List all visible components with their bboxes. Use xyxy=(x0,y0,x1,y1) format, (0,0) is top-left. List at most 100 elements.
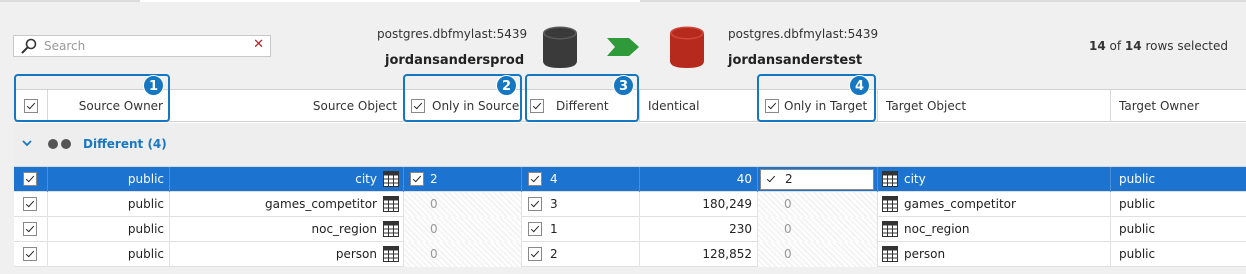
different-cell[interactable]: 2 xyxy=(522,242,640,267)
search-box[interactable]: ✕ xyxy=(13,35,271,57)
target-object-cell: person xyxy=(878,242,1111,267)
table-icon xyxy=(882,171,898,187)
callout-badge-1: 1 xyxy=(143,75,164,96)
target-owner-cell: public xyxy=(1119,247,1156,261)
row-checkbox[interactable] xyxy=(23,222,37,236)
row-select-cell[interactable] xyxy=(14,217,48,242)
header-target-object[interactable]: Target Object xyxy=(878,90,1111,122)
only-in-source-cell[interactable]: 2 xyxy=(404,167,522,192)
rows-selected-suffix: rows selected xyxy=(1145,39,1228,53)
header-select-all[interactable] xyxy=(14,90,48,122)
table-row[interactable]: public city 2 4 40 2 city public xyxy=(14,167,1246,192)
chevron-down-icon[interactable] xyxy=(22,139,32,147)
target-owner-cell: public xyxy=(1119,197,1156,211)
different-status-dot-icon xyxy=(61,139,71,149)
target-object-cell: city xyxy=(878,167,1111,192)
target-database-icon xyxy=(670,26,704,68)
different-row-checkbox[interactable] xyxy=(528,247,542,261)
different-row-checkbox[interactable] xyxy=(528,222,542,236)
source-owner-cell: public xyxy=(48,167,170,192)
select-all-checkbox[interactable] xyxy=(24,99,38,113)
source-object-cell: noc_region xyxy=(170,217,404,242)
header-source-object[interactable]: Source Object xyxy=(170,90,404,122)
row-select-cell[interactable] xyxy=(14,192,48,217)
only-in-target-row-checkbox[interactable] xyxy=(765,173,779,187)
target-owner-cell: public xyxy=(1119,222,1156,236)
only-in-source-cell: 0 xyxy=(404,217,522,242)
source-owner-cell: public xyxy=(48,192,170,217)
source-object-name: games_competitor xyxy=(265,197,377,211)
rows-selected-status: 14 of 14 rows selected xyxy=(1089,39,1228,53)
target-object-cell: noc_region xyxy=(878,217,1111,242)
source-database-label: jordansandersprod xyxy=(385,53,525,68)
search-input[interactable] xyxy=(44,38,244,54)
row-checkbox[interactable] xyxy=(23,197,37,211)
table-icon xyxy=(882,196,898,212)
source-object-name: city xyxy=(355,172,377,186)
row-select-cell[interactable] xyxy=(14,167,48,192)
only-in-source-row-checkbox[interactable] xyxy=(410,172,424,186)
only-in-target-editor[interactable]: 2 xyxy=(760,169,874,190)
target-object-name: city xyxy=(904,172,926,186)
different-cell[interactable]: 1 xyxy=(522,217,640,242)
only-in-target-value: 2 xyxy=(785,172,793,186)
header-target-owner[interactable]: Target Owner xyxy=(1111,90,1246,122)
source-object-cell: games_competitor xyxy=(170,192,404,217)
only-in-source-label: Only in Source xyxy=(432,99,520,113)
source-object-cell: city xyxy=(170,167,404,192)
different-status-dot-icon xyxy=(48,139,58,149)
target-object-cell: games_competitor xyxy=(878,192,1111,217)
selected-count: 14 xyxy=(1088,39,1106,53)
group-label: Different (4) xyxy=(83,137,167,151)
callout-badge-4: 4 xyxy=(849,75,870,96)
different-row-checkbox[interactable] xyxy=(528,172,542,186)
source-object-name: noc_region xyxy=(311,222,378,236)
only-in-source-checkbox[interactable] xyxy=(411,99,425,113)
target-database-label: jordansanderstest xyxy=(728,53,863,68)
identical-cell: 40 xyxy=(640,167,758,192)
grid-header: Source Owner Source Object Only in Sourc… xyxy=(14,90,1246,122)
different-row-checkbox[interactable] xyxy=(528,197,542,211)
different-cell[interactable]: 3 xyxy=(522,192,640,217)
different-cell[interactable]: 4 xyxy=(522,167,640,192)
different-label: Different xyxy=(556,99,609,113)
table-icon xyxy=(383,246,399,262)
row-checkbox[interactable] xyxy=(23,247,37,261)
source-object-name: person xyxy=(335,247,377,261)
identical-cell: 180,249 xyxy=(640,192,758,217)
table-icon xyxy=(383,171,399,187)
comparison-grid: Source Owner Source Object Only in Sourc… xyxy=(14,89,1246,267)
total-count: 14 xyxy=(1124,39,1142,53)
identical-cell: 230 xyxy=(640,217,758,242)
target-object-name: noc_region xyxy=(904,222,970,236)
target-owner-cell: public xyxy=(1119,172,1156,186)
target-object-name: person xyxy=(904,247,946,261)
different-checkbox[interactable] xyxy=(530,99,544,113)
top-divider xyxy=(0,0,1246,2)
only-in-target-checkbox[interactable] xyxy=(765,99,779,113)
table-icon xyxy=(882,221,898,237)
different-value: 1 xyxy=(550,222,558,236)
source-database-icon xyxy=(543,26,577,68)
only-in-target-cell: 0 xyxy=(758,242,878,267)
source-server-label: postgres.dbfmylast:5439 xyxy=(377,27,528,41)
group-row-different[interactable]: Different (4) xyxy=(14,123,1246,167)
row-select-cell[interactable] xyxy=(14,242,48,267)
only-in-target-cell[interactable]: 2 xyxy=(758,167,878,192)
table-icon xyxy=(882,246,898,262)
search-icon xyxy=(21,38,37,54)
different-value: 3 xyxy=(550,197,558,211)
table-row[interactable]: public games_competitor 0 3 180,249 0 ga… xyxy=(14,192,1246,217)
table-row[interactable]: public person 0 2 128,852 0 person publi… xyxy=(14,242,1246,267)
data-compare-window: ✕ postgres.dbfmylast:5439 jordansandersp… xyxy=(0,0,1246,274)
header-identical[interactable]: Identical xyxy=(640,90,758,122)
source-owner-cell: public xyxy=(48,217,170,242)
clear-x-icon[interactable]: ✕ xyxy=(253,37,264,52)
table-row[interactable]: public noc_region 0 1 230 0 noc_region p… xyxy=(14,217,1246,242)
callout-badge-3: 3 xyxy=(613,75,634,96)
only-in-source-cell: 0 xyxy=(404,192,522,217)
only-in-target-cell: 0 xyxy=(758,192,878,217)
row-checkbox[interactable] xyxy=(23,172,37,186)
table-icon xyxy=(383,221,399,237)
source-owner-cell: public xyxy=(48,242,170,267)
